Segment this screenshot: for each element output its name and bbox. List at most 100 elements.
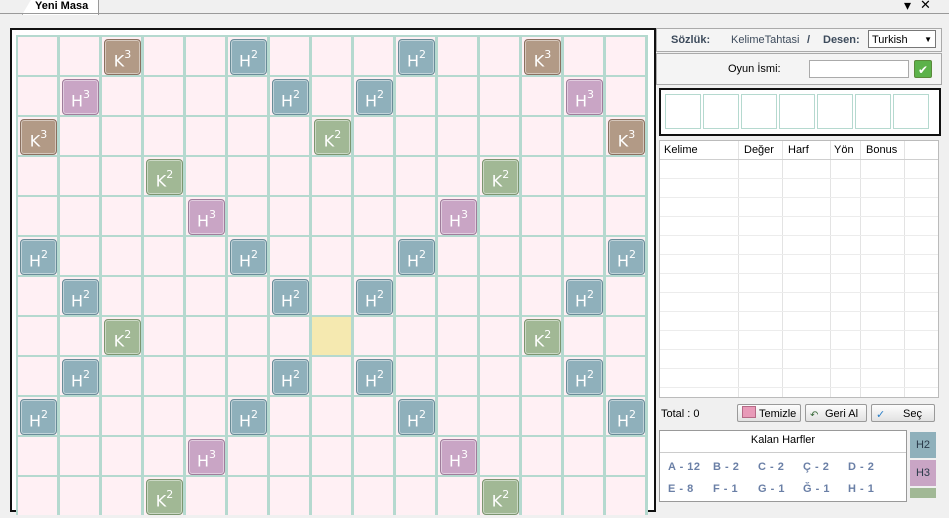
board-cell[interactable]: H3 <box>186 197 225 235</box>
board-cell[interactable] <box>312 237 351 275</box>
rack-slot[interactable] <box>741 94 777 129</box>
board-cell[interactable] <box>270 317 309 355</box>
board-cell[interactable] <box>354 237 393 275</box>
board-cell[interactable] <box>354 117 393 155</box>
board-cell[interactable]: K2 <box>480 477 519 515</box>
board-cell[interactable] <box>354 197 393 235</box>
board-cell[interactable] <box>186 357 225 395</box>
board-cell[interactable] <box>312 157 351 195</box>
board-cell[interactable] <box>144 317 183 355</box>
board-cell[interactable] <box>270 477 309 515</box>
board-cell[interactable] <box>60 397 99 435</box>
center-square[interactable] <box>312 317 351 355</box>
board-cell[interactable]: H3 <box>438 197 477 235</box>
board-cell[interactable] <box>480 197 519 235</box>
board-cell[interactable] <box>606 77 645 115</box>
board-cell[interactable] <box>522 357 561 395</box>
board-cell[interactable] <box>144 237 183 275</box>
board-cell[interactable] <box>228 157 267 195</box>
board-cell[interactable] <box>312 277 351 315</box>
column-header[interactable]: Bonus <box>866 144 897 156</box>
board-cell[interactable] <box>186 37 225 75</box>
rack-slot[interactable] <box>855 94 891 129</box>
board-cell[interactable] <box>186 277 225 315</box>
board-cell[interactable] <box>18 277 57 315</box>
board-cell[interactable] <box>354 477 393 515</box>
board-cell[interactable] <box>60 157 99 195</box>
board-cell[interactable] <box>18 197 57 235</box>
board-cell[interactable] <box>144 437 183 475</box>
board-cell[interactable] <box>102 77 141 115</box>
board-cell[interactable] <box>60 437 99 475</box>
board-cell[interactable] <box>18 77 57 115</box>
board-cell[interactable]: K3 <box>522 37 561 75</box>
board-cell[interactable] <box>438 357 477 395</box>
board-cell[interactable] <box>18 157 57 195</box>
board-cell[interactable] <box>438 477 477 515</box>
game-name-input[interactable] <box>809 60 909 78</box>
board-cell[interactable] <box>522 277 561 315</box>
board-cell[interactable]: K2 <box>312 117 351 155</box>
board-cell[interactable] <box>102 157 141 195</box>
board-cell[interactable] <box>144 77 183 115</box>
board-cell[interactable] <box>144 357 183 395</box>
board-cell[interactable] <box>606 277 645 315</box>
board-cell[interactable] <box>564 397 603 435</box>
board-cell[interactable] <box>102 197 141 235</box>
board-cell[interactable] <box>480 277 519 315</box>
board-cell[interactable]: H2 <box>18 397 57 435</box>
board-cell[interactable]: H2 <box>606 237 645 275</box>
board-cell[interactable] <box>606 357 645 395</box>
board-cell[interactable] <box>18 477 57 515</box>
board-cell[interactable]: H2 <box>228 237 267 275</box>
board-cell[interactable] <box>564 317 603 355</box>
board-cell[interactable] <box>522 157 561 195</box>
board-cell[interactable] <box>606 317 645 355</box>
board-cell[interactable]: H2 <box>396 37 435 75</box>
board-cell[interactable] <box>354 397 393 435</box>
board-cell[interactable] <box>312 437 351 475</box>
board-cell[interactable] <box>186 397 225 435</box>
board-cell[interactable] <box>102 397 141 435</box>
board-cell[interactable] <box>606 197 645 235</box>
board-cell[interactable] <box>606 37 645 75</box>
board-cell[interactable] <box>102 117 141 155</box>
board-cell[interactable] <box>564 37 603 75</box>
board-cell[interactable] <box>396 277 435 315</box>
board-cell[interactable]: H2 <box>270 357 309 395</box>
board-cell[interactable] <box>186 117 225 155</box>
board-cell[interactable] <box>480 397 519 435</box>
board-cell[interactable]: H2 <box>564 277 603 315</box>
board-cell[interactable]: K2 <box>480 157 519 195</box>
board-cell[interactable] <box>354 437 393 475</box>
board-cell[interactable]: K3 <box>606 117 645 155</box>
board-cell[interactable] <box>186 477 225 515</box>
board-cell[interactable] <box>606 157 645 195</box>
board-cell[interactable]: H2 <box>228 397 267 435</box>
board-cell[interactable]: K2 <box>144 157 183 195</box>
board-cell[interactable] <box>396 437 435 475</box>
board-cell[interactable] <box>60 317 99 355</box>
board-cell[interactable] <box>270 237 309 275</box>
board-cell[interactable] <box>228 317 267 355</box>
board-cell[interactable]: H2 <box>18 237 57 275</box>
board-cell[interactable] <box>186 237 225 275</box>
board-cell[interactable] <box>522 197 561 235</box>
board-cell[interactable]: H3 <box>186 437 225 475</box>
board-cell[interactable] <box>522 397 561 435</box>
board-cell[interactable] <box>312 77 351 115</box>
board-cell[interactable]: K2 <box>102 317 141 355</box>
board-cell[interactable] <box>228 197 267 235</box>
board-cell[interactable] <box>312 197 351 235</box>
board-cell[interactable] <box>102 237 141 275</box>
board-cell[interactable] <box>480 37 519 75</box>
board-cell[interactable] <box>522 437 561 475</box>
board-cell[interactable]: H2 <box>270 77 309 115</box>
board-cell[interactable] <box>396 157 435 195</box>
board-cell[interactable] <box>438 317 477 355</box>
board-cell[interactable] <box>438 157 477 195</box>
board-cell[interactable] <box>270 197 309 235</box>
board-cell[interactable] <box>312 357 351 395</box>
board-cell[interactable] <box>522 477 561 515</box>
board-cell[interactable] <box>18 357 57 395</box>
